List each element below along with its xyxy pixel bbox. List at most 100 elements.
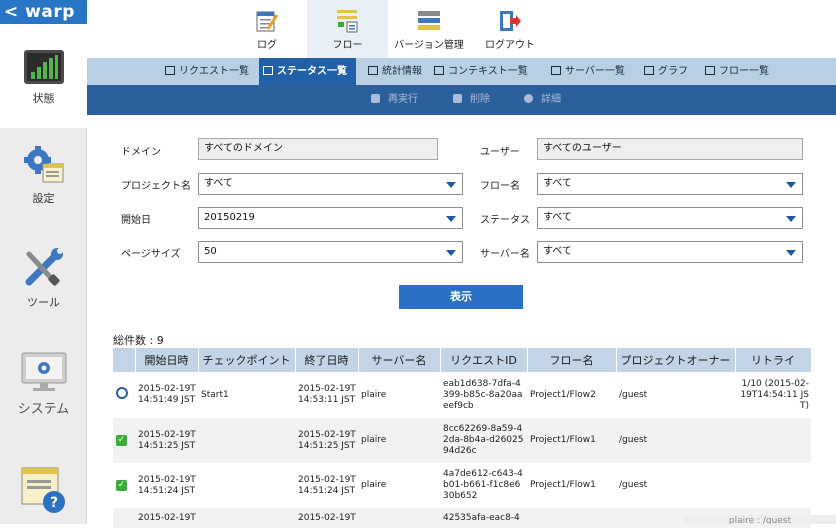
footer-user: plaire : /guest [684, 515, 836, 524]
flow-label: フロー名 [480, 181, 520, 192]
sidebar-item-label: ツール [27, 296, 60, 309]
flow-cell: Project1/Flow1 [527, 418, 616, 463]
start-date-select[interactable]: 20150219 [198, 207, 463, 229]
bar-chart-icon [23, 50, 64, 84]
col-header-retry[interactable]: リトライ [735, 348, 812, 372]
col-header-flow[interactable]: フロー名 [527, 348, 617, 372]
chart-icon [165, 66, 175, 75]
owner-cell: /guest [619, 389, 648, 400]
status-label: ステータス [480, 215, 530, 226]
server-cell: plaire [361, 389, 387, 400]
checkpoint-cell [198, 463, 295, 508]
sidebar-item-label: 設定 [32, 192, 55, 205]
warp-logo[interactable]: < warp [0, 0, 87, 24]
sidebar-item-settings[interactable]: 設定 [0, 146, 87, 226]
flow-list-icon [705, 66, 715, 75]
project-label: プロジェクト名 [121, 181, 191, 192]
retry-cell: 1/10 (2015-02-19T14:54:11 JST) [740, 378, 809, 411]
table-row[interactable]: 2015-02-19T 14:51:49 JST Start1 2015-02-… [113, 372, 811, 418]
status-select[interactable]: すべて [537, 207, 803, 229]
tab-logout[interactable]: ログアウト [479, 0, 541, 58]
subtab-context-list[interactable]: コンテキスト一覧 [430, 58, 532, 85]
flow-diagram-icon [336, 10, 357, 33]
col-header-checkpoint[interactable]: チェックポイント [198, 348, 296, 372]
chevron-down-icon [446, 216, 456, 222]
server-cell: plaire [361, 480, 387, 490]
status-icon [263, 66, 273, 75]
end-cell: 2015-02-19T 14:53:11 JST [298, 384, 356, 405]
col-header-status [113, 348, 136, 372]
start-cell: 2015-02-19T 14:51:49 JST [138, 384, 196, 405]
flow-cell [527, 508, 616, 528]
retry-cell [735, 418, 811, 463]
subtab-flow-list[interactable]: フロー一覧 [701, 58, 773, 85]
server-cell [358, 508, 440, 528]
log-document-icon [256, 11, 279, 32]
start-date-label: 開始日 [121, 215, 151, 226]
retry-cell [735, 463, 811, 508]
end-cell: 2015-02-19T 14:51:25 JST [295, 418, 358, 463]
rerun-icon [371, 94, 380, 103]
status-cell: ✓ [113, 463, 135, 508]
chevron-down-icon [446, 182, 456, 188]
chevron-down-icon [446, 250, 456, 256]
start-cell: 2015-02-19T [135, 508, 198, 528]
request-id-cell: 8cc62269-8a59-42da-8b4a-d2602594d26c [440, 418, 527, 463]
page-size-select[interactable]: 50 [198, 241, 463, 263]
gear-icon [23, 146, 63, 183]
chevron-down-icon [786, 250, 796, 256]
status-cell [113, 508, 135, 528]
clock-icon [116, 387, 128, 399]
flow-select[interactable]: すべて [537, 173, 803, 195]
col-header-request-id[interactable]: リクエストID [440, 348, 528, 372]
tab-log[interactable]: ログ [242, 0, 292, 58]
subtab-request-list[interactable]: リクエスト一覧 [161, 58, 253, 85]
delete-button[interactable]: 削除 [453, 85, 490, 115]
context-icon [434, 66, 444, 75]
sidebar-item-tools[interactable]: ツール [0, 248, 87, 328]
show-button[interactable]: 表示 [399, 285, 523, 309]
sidebar-item-label: システム [17, 402, 70, 417]
graph-icon [644, 66, 654, 75]
trash-icon [453, 94, 462, 103]
table-row[interactable]: ✓ 2015-02-19T 14:51:25 JST 2015-02-19T 1… [113, 418, 811, 463]
owner-cell: /guest [619, 480, 648, 490]
logout-icon [500, 11, 521, 31]
server-select[interactable]: すべて [537, 241, 803, 263]
col-header-end[interactable]: 終了日時 [295, 348, 359, 372]
stack-icon [418, 11, 440, 30]
check-icon: ✓ [116, 480, 127, 491]
flow-cell: Project1/Flow2 [530, 389, 596, 400]
owner-cell: /guest [616, 418, 735, 463]
total-count: 総件数 : 9 [113, 334, 164, 347]
subtab-statistics[interactable]: 統計情報 [364, 58, 426, 85]
checkpoint-cell [198, 418, 295, 463]
status-cell [113, 372, 135, 418]
subtab-graph[interactable]: グラフ [640, 58, 692, 85]
sidebar-item-help[interactable]: ? [0, 466, 87, 524]
page-size-label: ページサイズ [121, 249, 181, 260]
svg-text:?: ? [49, 495, 57, 511]
check-icon: ✓ [116, 435, 127, 446]
sidebar: < warp 状態 設定 ツール システム ? [0, 0, 87, 524]
rerun-button[interactable]: 再実行 [371, 85, 418, 115]
detail-button[interactable]: 詳細 [524, 85, 561, 115]
col-header-start[interactable]: 開始日時 [135, 348, 199, 372]
subtab-status-list[interactable]: ステータス一覧 [259, 58, 356, 85]
project-select[interactable]: すべて [198, 173, 463, 195]
server-cell: plaire [358, 418, 440, 463]
tab-flow-label: フロー [332, 40, 363, 51]
col-header-owner[interactable]: プロジェクトオーナー [616, 348, 736, 372]
domain-field: すべてのドメイン [198, 138, 438, 160]
start-cell: 2015-02-19T 14:51:24 JST [138, 474, 196, 496]
chevron-down-icon [786, 182, 796, 188]
subtab-server-list[interactable]: サーバー一覧 [547, 58, 629, 85]
wrench-screwdriver-icon [25, 248, 63, 286]
tab-version-control[interactable]: バージョン管理 [391, 0, 467, 58]
sidebar-item-status[interactable]: 状態 [0, 24, 87, 128]
col-header-server[interactable]: サーバー名 [358, 348, 441, 372]
table-row[interactable]: ✓ 2015-02-19T 14:51:24 JST 2015-02-19T 1… [113, 463, 811, 508]
sidebar-item-system[interactable]: システム [0, 352, 87, 432]
line-chart-icon [368, 66, 378, 75]
tab-flow[interactable]: フロー [307, 0, 388, 58]
